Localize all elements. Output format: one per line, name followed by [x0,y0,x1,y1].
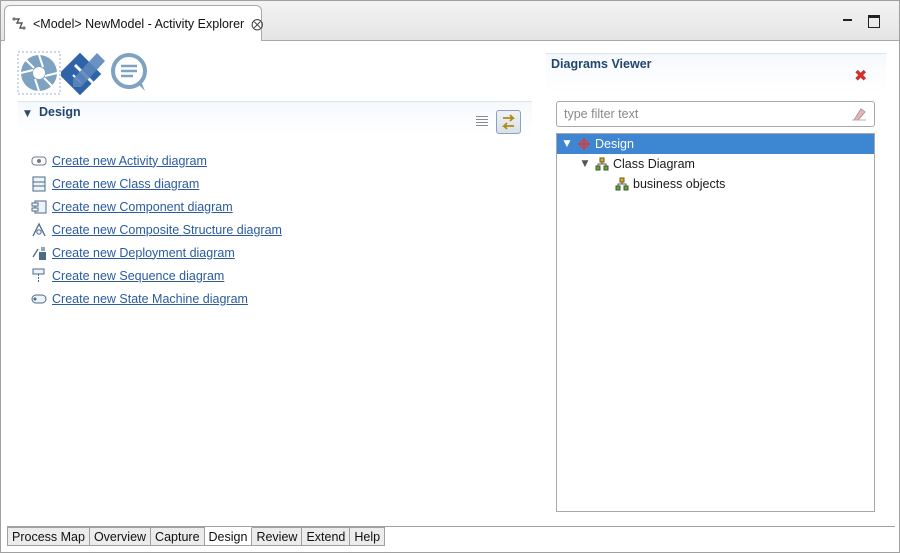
tree-item-label: business objects [633,177,726,191]
filter-box [556,101,875,127]
state-machine-icon [31,291,47,307]
create-composite-structure-diagram-link[interactable]: Create new Composite Structure diagram [52,223,282,237]
tab-review[interactable]: Review [252,527,303,546]
create-diagram-links: Create new Activity diagram Create new C… [31,149,282,310]
diagrams-viewer-title: Diagrams Viewer [551,57,652,71]
create-class-diagram-link[interactable]: Create new Class diagram [52,177,199,191]
maximize-icon[interactable] [867,13,881,28]
activity-explorer-toolbar [17,51,151,95]
pencil-icon[interactable] [61,51,107,95]
expand-arrow-icon[interactable]: ▼ [561,139,573,149]
sequence-diagram-icon [31,268,47,284]
tab-capture[interactable]: Capture [151,527,205,546]
list-item: Create new Composite Structure diagram [31,218,282,241]
class-diagram-icon [31,176,47,192]
shutter-icon[interactable] [17,51,61,95]
create-component-diagram-link[interactable]: Create new Component diagram [52,200,233,214]
tab-extend[interactable]: Extend [302,527,351,546]
create-deployment-diagram-link[interactable]: Create new Deployment diagram [52,246,235,260]
deployment-diagram-icon [31,245,47,261]
activity-diagram-icon [31,153,47,169]
close-tab-icon[interactable]: ⨂ [251,17,263,31]
activity-explorer-icon [11,16,27,32]
list-item: Create new Component diagram [31,195,282,218]
create-activity-diagram-link[interactable]: Create new Activity diagram [52,154,207,168]
speech-bubble-icon[interactable] [107,51,151,95]
list-item: Create new Activity diagram [31,149,282,172]
diagrams-tree: ▼ Design ▼ Class Diagram business object… [556,133,875,512]
close-icon[interactable]: ✖ [854,66,867,85]
editor-window: <Model> NewModel - Activity Explorer ⨂ ▼… [0,0,900,553]
create-state-machine-diagram-link[interactable]: Create new State Machine diagram [52,292,248,306]
tab-help[interactable]: Help [350,527,386,546]
section-collapse-icon[interactable]: ▼ [24,109,31,119]
filter-input[interactable] [564,103,844,125]
tab-design[interactable]: Design [204,527,253,546]
tab-overview[interactable]: Overview [89,527,152,546]
create-sequence-diagram-link[interactable]: Create new Sequence diagram [52,269,224,283]
tree-item-label: Class Diagram [613,157,695,171]
list-item: Create new Sequence diagram [31,264,282,287]
component-diagram-icon [31,199,47,215]
tree-item-business-objects[interactable]: business objects [557,174,874,194]
expand-arrow-icon[interactable]: ▼ [579,159,591,169]
minimize-icon[interactable] [841,13,855,27]
design-section-title: Design [39,105,81,119]
tree-item-design[interactable]: ▼ Design [557,134,874,154]
class-diagram-node-icon [595,157,609,171]
composite-structure-icon [31,222,47,238]
editor-tab[interactable]: <Model> NewModel - Activity Explorer ⨂ [4,5,263,41]
sync-toggle-button[interactable] [496,110,521,134]
page-tabs: Process Map Overview Capture Design Revi… [7,527,386,547]
package-icon [577,137,591,151]
list-item: Create new Deployment diagram [31,241,282,264]
editor-tab-bar: <Model> NewModel - Activity Explorer ⨂ [1,1,899,41]
list-item: Create new Class diagram [31,172,282,195]
tree-item-label: Design [595,137,634,151]
tab-process-map[interactable]: Process Map [7,527,90,546]
class-diagram-node-icon [615,177,629,191]
editor-tab-title: <Model> NewModel - Activity Explorer [33,16,245,31]
design-section-header: ▼ Design [18,101,532,136]
diagrams-viewer-header: Diagrams Viewer ✖ [546,53,886,93]
clear-filter-icon[interactable] [850,106,868,122]
tree-item-class-diagram[interactable]: ▼ Class Diagram [557,154,874,174]
list-item: Create new State Machine diagram [31,287,282,310]
list-view-icon[interactable] [476,116,488,128]
